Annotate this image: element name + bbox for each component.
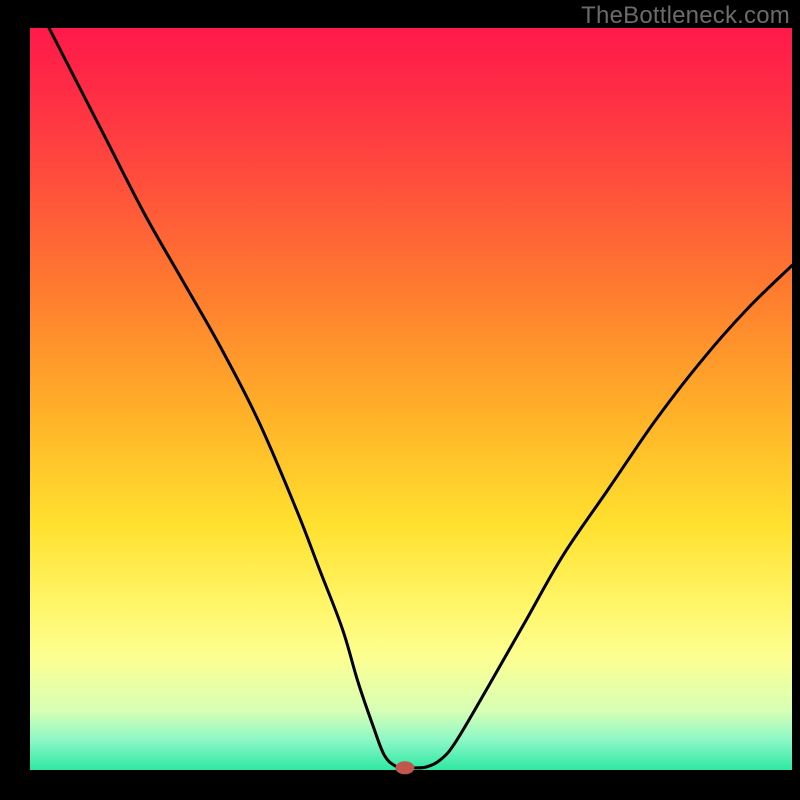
watermark-text: TheBottleneck.com bbox=[581, 2, 790, 30]
bottleneck-curve-path bbox=[30, 0, 792, 768]
optimal-point-marker bbox=[396, 762, 414, 774]
chart-frame: TheBottleneck.com bbox=[0, 0, 800, 800]
bottleneck-curve-svg bbox=[30, 28, 792, 770]
